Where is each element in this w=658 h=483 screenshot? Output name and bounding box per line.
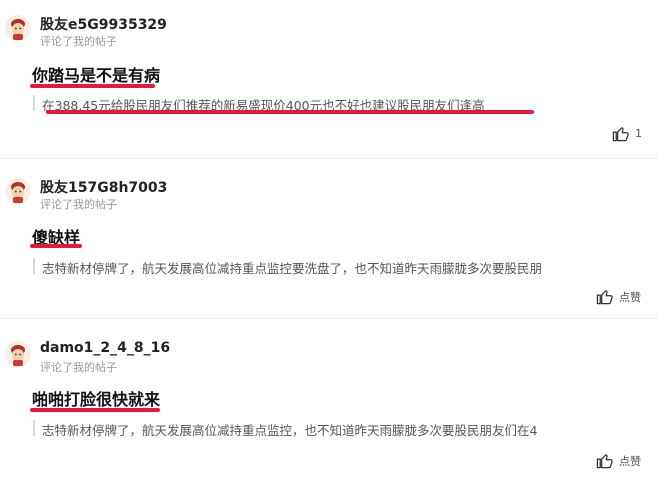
username[interactable]: 股友157G8h7003 bbox=[40, 177, 167, 197]
quote-bar bbox=[33, 258, 35, 274]
thumbs-up-icon bbox=[596, 290, 613, 305]
username[interactable]: damo1_2_4_8_16 bbox=[40, 340, 170, 356]
like-button[interactable]: 1 bbox=[612, 125, 642, 142]
divider bbox=[0, 158, 658, 159]
like-label: 点赞 bbox=[619, 290, 641, 304]
quoted-post-text[interactable]: 志特新材停牌了，航天发展高位减持重点监控要洗盘了，也不知道昨天雨朦胧多次要股民朋 bbox=[42, 258, 542, 277]
like-label: 点赞 bbox=[619, 454, 641, 468]
like-button[interactable]: 点赞 bbox=[596, 452, 641, 469]
quote-bar bbox=[33, 95, 35, 111]
comment-subtitle: 评论了我的帖子 bbox=[40, 198, 117, 211]
comment-text: 啪啪打脸很快就来 bbox=[32, 390, 161, 409]
comment-card: 股友157G8h7003 评论了我的帖子 傻缺样 志特新材停牌了，航天发展高位减… bbox=[0, 160, 658, 320]
comment-subtitle: 评论了我的帖子 bbox=[40, 361, 117, 374]
like-button[interactable]: 点赞 bbox=[596, 288, 641, 305]
avatar[interactable] bbox=[4, 177, 32, 205]
avatar[interactable] bbox=[4, 14, 32, 42]
username[interactable]: 股友e5G9935329 bbox=[40, 14, 167, 34]
comment-card: 股友e5G9935329 评论了我的帖子 你踏马是不是有病 在388.45元给股… bbox=[0, 0, 658, 160]
quote-bar bbox=[33, 420, 35, 436]
thumbs-up-icon bbox=[596, 454, 613, 469]
highlight-underline bbox=[30, 408, 160, 412]
comment-card: damo1_2_4_8_16 评论了我的帖子 啪啪打脸很快就来 志特新材停牌了，… bbox=[0, 320, 658, 483]
comment-subtitle: 评论了我的帖子 bbox=[40, 35, 117, 48]
divider bbox=[0, 318, 658, 319]
thumbs-up-icon bbox=[612, 127, 629, 142]
quoted-post-text[interactable]: 志特新材停牌了，航天发展高位减持重点监控，也不知道昨天雨朦胧多次要股民朋友们在4 bbox=[42, 420, 537, 439]
highlight-underline bbox=[30, 244, 82, 248]
highlight-underline bbox=[46, 110, 534, 114]
comment-text: 你踏马是不是有病 bbox=[32, 66, 161, 85]
highlight-underline bbox=[30, 84, 155, 88]
avatar[interactable] bbox=[4, 340, 32, 368]
like-count: 1 bbox=[635, 127, 642, 140]
